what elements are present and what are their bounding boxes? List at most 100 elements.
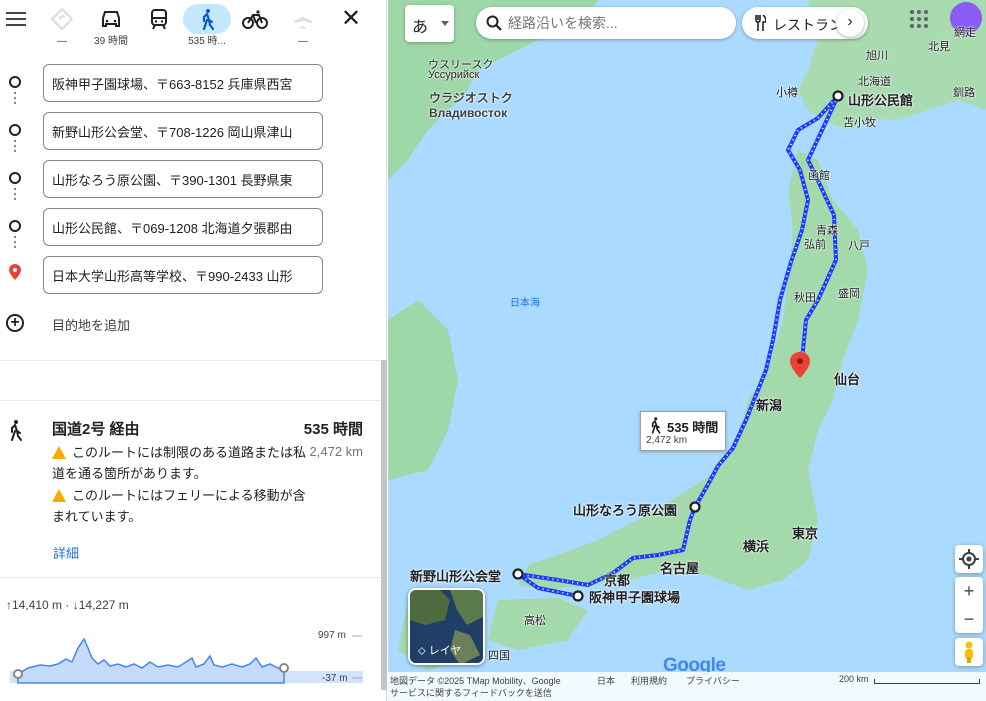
- walking-icon: [183, 4, 231, 34]
- region-link[interactable]: 日本: [597, 674, 615, 687]
- search-input[interactable]: [508, 11, 718, 35]
- menu-button[interactable]: [6, 9, 26, 29]
- tooltip-distance: 2,472 km: [646, 435, 688, 446]
- destination: [0, 250, 387, 298]
- mode-bicycle-button[interactable]: [231, 4, 279, 54]
- mode-flight-button[interactable]: —: [279, 4, 327, 54]
- waypoint-3-input[interactable]: [43, 160, 323, 198]
- warning-text: このルートにはフェリーによる移動が含まれています。: [52, 488, 306, 524]
- panel-divider: [0, 360, 381, 400]
- search-along-route[interactable]: [476, 7, 736, 39]
- connector-dots: [14, 140, 16, 155]
- map-label-vladivostok: ウラジオストク: [429, 91, 513, 105]
- input-method-button[interactable]: あ: [405, 5, 454, 42]
- map-label-hachinohe: 八戸: [848, 240, 870, 252]
- directions-panel: — 39 時間 535 時... — ✕ 阪神甲子園球場、〒663-8152 兵…: [0, 0, 387, 701]
- warning-icon: [52, 489, 66, 502]
- search-icon: [486, 15, 502, 31]
- map-canvas[interactable]: あ レストラン › ウスリースク Уссурийск ウラジオストク Влади…: [388, 0, 986, 701]
- map-footer: 地図データ ©2025 TMap Mobility、Google 日本 利用規約…: [388, 672, 986, 701]
- map-label-tokyo: 東京: [792, 526, 819, 541]
- add-destination-label: 目的地を追加: [52, 318, 131, 333]
- map-label-sendai: 仙台: [834, 372, 861, 387]
- chevron-right-icon[interactable]: ›: [836, 9, 864, 37]
- privacy-link[interactable]: プライバシー: [686, 674, 740, 687]
- tooltip-time: 535 時間: [667, 420, 719, 435]
- map-label-narohara: 山形なろう原公園: [573, 503, 678, 518]
- add-destination-button[interactable]: + 目的地を追加: [0, 306, 387, 340]
- stop-marker-yamagata-komin: [832, 90, 844, 102]
- mode-walking-label: 535 時...: [188, 36, 226, 47]
- connector-dots: [14, 92, 16, 107]
- dropdown-caret-icon: [441, 21, 449, 26]
- waypoint-4-input[interactable]: [43, 208, 323, 246]
- waypoint-1-input[interactable]: [43, 64, 323, 102]
- airplane-icon: [279, 4, 327, 34]
- route-tooltip[interactable]: 535 時間 2,472 km: [640, 411, 726, 451]
- waypoint-circle-icon: [9, 172, 21, 184]
- layers-label: ⬦ レイヤ: [418, 645, 462, 657]
- route-name: 国道2号 経由: [52, 421, 140, 438]
- map-label-nagoya: 名古屋: [660, 561, 700, 576]
- korea: [388, 300, 458, 480]
- terms-link[interactable]: 利用規約: [631, 674, 667, 687]
- mode-car-label: 39 時間: [94, 36, 128, 47]
- bicycle-icon: [231, 4, 279, 34]
- apps-grid-icon[interactable]: [910, 10, 930, 30]
- connector-dots: [14, 188, 16, 203]
- layers-button[interactable]: ⬦ レイヤ: [408, 588, 485, 665]
- map-label-ussuriysk-ru: Уссурийск: [428, 69, 480, 81]
- close-directions-button[interactable]: ✕: [340, 7, 362, 31]
- stop-marker-narohara: [689, 501, 701, 513]
- ime-label: あ: [412, 19, 429, 36]
- mode-best-button[interactable]: —: [38, 4, 86, 54]
- waypoint-2: [0, 106, 387, 154]
- map-label-shinno: 新野山形公会堂: [410, 569, 502, 584]
- map-label-hirosaki: 弘前: [804, 239, 826, 251]
- street-view-pegman[interactable]: [955, 638, 983, 666]
- train-icon: [135, 4, 183, 34]
- connector-dots: [14, 236, 16, 251]
- mode-walking-button[interactable]: 535 時...: [183, 4, 231, 54]
- map-label-vladivostok-ru: Владивосток: [429, 106, 508, 120]
- feedback-link[interactable]: サービスに関するフィードバックを送信: [390, 686, 552, 699]
- diamond-directions-icon: [38, 4, 86, 34]
- walking-icon: [6, 419, 24, 446]
- mode-flight-label: —: [298, 36, 308, 47]
- elevation-section: ↑14,410 m · ↓14,227 m 997 m -37 m: [0, 577, 381, 701]
- zoom-controls: + −: [955, 577, 983, 633]
- mode-best-label: —: [57, 36, 67, 47]
- my-location-icon: [959, 549, 979, 569]
- map-label-niigata: 新潟: [756, 398, 783, 413]
- destination-pin-dot: [797, 358, 803, 364]
- zoom-in-button[interactable]: +: [955, 577, 983, 605]
- map-label-yokohama: 横浜: [743, 539, 770, 554]
- add-circle-icon: +: [6, 314, 24, 332]
- waypoint-circle-icon: [9, 76, 21, 88]
- elevation-totals: ↑14,410 m · ↓14,227 m: [6, 598, 129, 612]
- map-label-kushiro: 釧路: [953, 87, 975, 99]
- stop-marker-shinno: [512, 568, 524, 580]
- travel-mode-bar: — 39 時間 535 時... — ✕: [0, 0, 387, 58]
- my-location-button[interactable]: [955, 545, 983, 573]
- details-link[interactable]: 詳細: [53, 543, 79, 562]
- waypoint-4: [0, 202, 387, 250]
- map-label-sea-of-japan: 日本海: [510, 298, 540, 309]
- mode-transit-button[interactable]: [135, 4, 183, 54]
- waypoint-1: [0, 58, 387, 106]
- waypoint-2-input[interactable]: [43, 112, 323, 150]
- map-label-hokkaido: 北海道: [858, 76, 891, 88]
- zoom-out-button[interactable]: −: [955, 605, 983, 633]
- waypoint-3: [0, 154, 387, 202]
- map-label-morioka: 盛岡: [838, 288, 860, 300]
- panel-scrollbar[interactable]: [381, 360, 387, 690]
- stop-marker-koshien: [572, 590, 584, 602]
- route-option[interactable]: 国道2号 経由 535 時間 2,472 km このルートには制限のある道路また…: [0, 400, 381, 576]
- route-warning-2: このルートにはフェリーによる移動が含まれています。: [52, 485, 312, 527]
- walking-icon: [651, 417, 661, 434]
- route-distance: 2,472 km: [309, 444, 363, 459]
- destination-input[interactable]: [43, 256, 323, 294]
- waypoint-circle-icon: [9, 124, 21, 136]
- restaurant-icon: [755, 15, 766, 31]
- mode-car-button[interactable]: 39 時間: [87, 4, 135, 54]
